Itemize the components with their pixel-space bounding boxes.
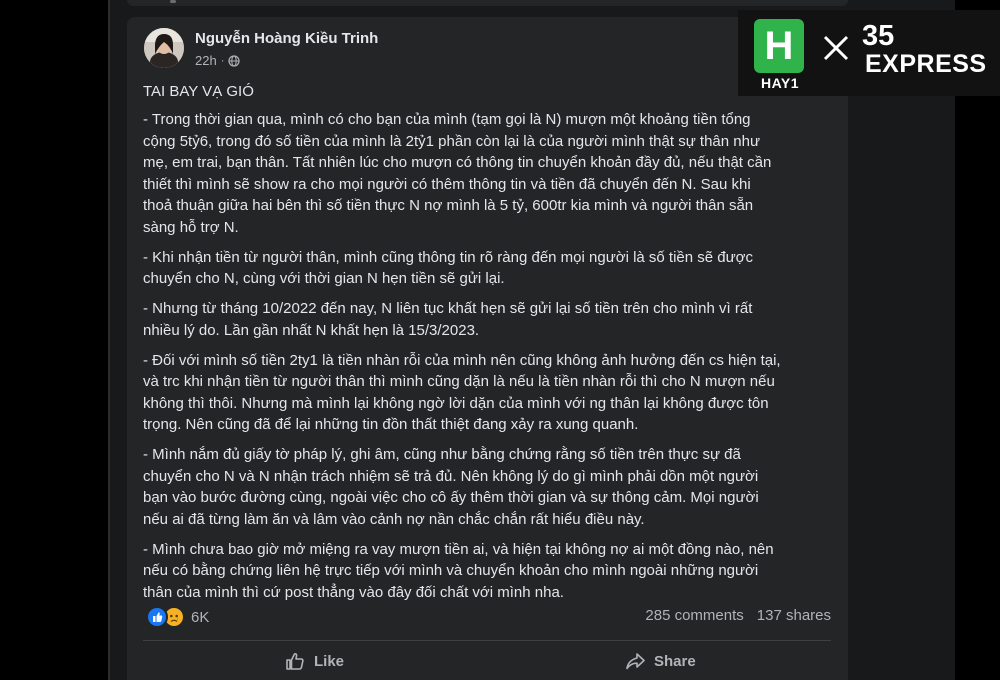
post-meta: 22h · <box>195 53 240 68</box>
right-panel <box>955 0 1000 680</box>
panel-divider <box>108 0 110 680</box>
globe-icon <box>228 54 240 67</box>
post-card: Nguyễn Hoàng Kiều Trinh 22h · TAI BAY VẠ… <box>127 17 848 680</box>
post-paragraph: - Mình chưa bao giờ mở miệng ra vay mượn… <box>143 540 774 601</box>
avatar-photo <box>144 28 184 68</box>
like-label: Like <box>314 652 345 670</box>
share-label: Share <box>654 652 696 670</box>
meta-separator: · <box>220 54 225 67</box>
brand-number: 35 <box>862 20 895 52</box>
post-paragraph: - Nhưng từ tháng 10/2022 đến nay, N liên… <box>143 300 753 339</box>
share-arrow-icon <box>626 653 645 670</box>
post-stats: 285 comments 137 shares <box>645 607 831 624</box>
reaction-count: 6K <box>191 608 210 626</box>
post-paragraph: - Mình nắm đủ giấy tờ pháp lý, ghi âm, c… <box>143 446 759 528</box>
hay1-logo-mark: H <box>754 19 804 73</box>
close-x-icon <box>823 35 849 61</box>
screen: Nguyễn Hoàng Kiều Trinh 22h · TAI BAY VẠ… <box>0 0 1000 680</box>
previous-post-edge <box>127 0 848 6</box>
like-button[interactable]: Like <box>284 649 344 673</box>
shares-count[interactable]: 137 shares <box>757 607 831 624</box>
post-paragraph: - Trong thời gian qua, mình có cho bạn c… <box>143 111 772 236</box>
previous-post-indicator <box>170 0 176 3</box>
actions-divider <box>143 640 831 641</box>
post-paragraph: - Đối với mình số tiền 2ty1 là tiền nhàn… <box>143 351 781 434</box>
thumbs-up-icon <box>286 653 304 670</box>
brand-word: EXPRESS <box>865 50 987 78</box>
post-time[interactable]: 22h <box>195 53 217 68</box>
author-name[interactable]: Nguyễn Hoàng Kiều Trinh <box>195 30 378 47</box>
like-reaction-icon <box>146 606 168 628</box>
post-paragraph: - Khi nhận tiền từ người thân, mình cũng… <box>143 248 754 288</box>
post-title: TAI BAY VẠ GIÓ <box>143 83 254 100</box>
watermark-logo: H HAY1 35 EXPRESS <box>738 10 1000 96</box>
author-avatar[interactable] <box>144 28 184 68</box>
hay1-logo-text: HAY1 <box>760 75 800 91</box>
comments-count[interactable]: 285 comments <box>645 607 743 624</box>
left-panel <box>0 0 108 680</box>
share-button[interactable]: Share <box>624 649 696 673</box>
post-body: - Trong thời gian qua, mình có cho bạn c… <box>143 109 843 612</box>
reactions-summary[interactable]: 6K <box>146 606 209 628</box>
